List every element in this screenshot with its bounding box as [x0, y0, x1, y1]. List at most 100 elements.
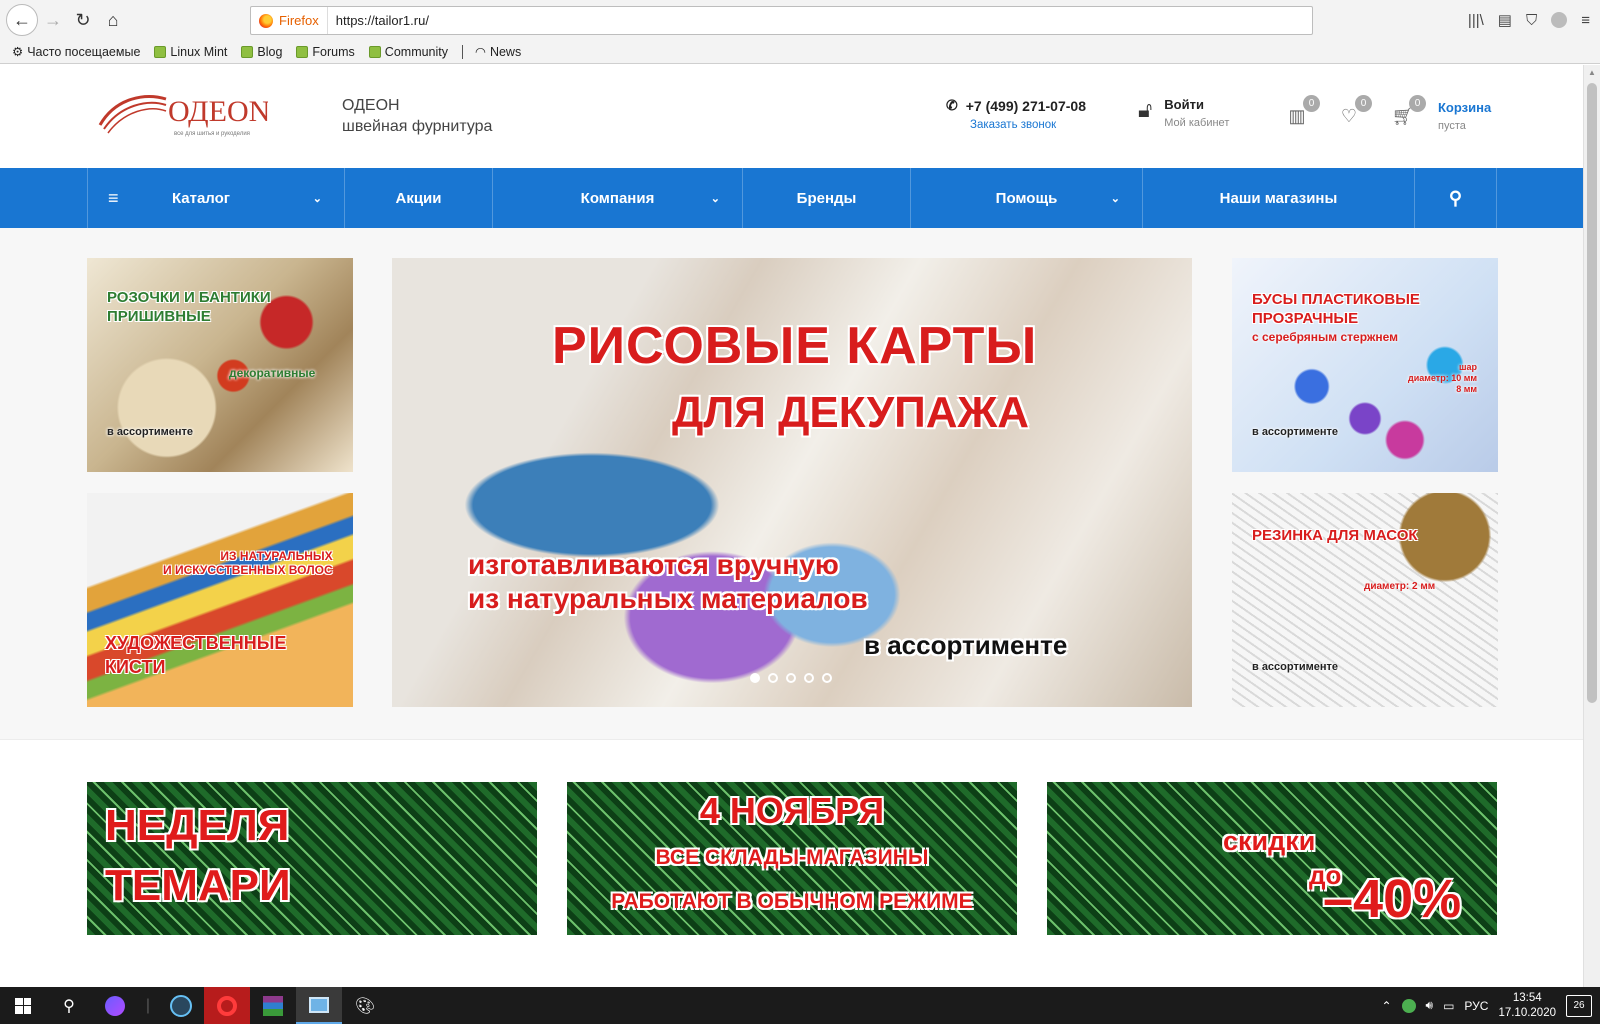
nav-label: Наши магазины — [1219, 189, 1338, 207]
cortana-button[interactable] — [92, 987, 138, 1024]
tile-spec-line: 8 мм — [1456, 384, 1478, 394]
phone-text: +7 (499) 271-07-08 — [965, 97, 1086, 114]
notification-button[interactable]: 26 — [1566, 994, 1592, 1017]
address-bar[interactable]: Firefox https://tailor1.ru/ — [250, 6, 1313, 35]
palette-icon: 🎨︎ — [354, 997, 376, 1015]
hero-subtitle-line: изготавливаются вручную — [468, 549, 839, 580]
hero-slider[interactable]: РИСОВЫЕ КАРТЫ ДЛЯ ДЕКУПАЖА изготавливают… — [392, 258, 1192, 707]
browser-toolbar: ← → ↻ ⌂ Firefox https://tailor1.ru/ |||\… — [0, 0, 1600, 40]
bookmark-label: News — [489, 44, 522, 59]
banner-november-4[interactable]: 4 НОЯБРЯ ВСЕ СКЛАДЫ-МАГАЗИНЫ РАБОТАЮТ В … — [567, 782, 1017, 935]
search-icon: ⚲ — [63, 997, 75, 1015]
bookmark-label: Forums — [312, 44, 355, 59]
promo-tile-brushes[interactable]: из натуральных и искусственных волос Худ… — [87, 493, 353, 707]
battery-icon[interactable]: ▭ — [1443, 999, 1454, 1013]
cart-summary[interactable]: Корзина пуста — [1438, 100, 1491, 132]
opera-app[interactable] — [204, 987, 250, 1024]
bookmark-label: Часто посещаемые — [27, 44, 141, 59]
logo-subtitle: все для шитья и рукоделия — [174, 131, 250, 137]
tile-spec: шар диаметр: 10 мм 8 мм — [1408, 362, 1477, 395]
nav-help[interactable]: Помощь ⌄ — [911, 168, 1143, 228]
wishlist-count: 0 — [1355, 95, 1372, 112]
chevron-up-icon[interactable]: ⌃ — [1381, 999, 1391, 1013]
banner-line: 4 НОЯБРЯ — [699, 790, 885, 831]
compare-count: 0 — [1303, 95, 1320, 112]
paint-app[interactable]: 🎨︎ — [342, 987, 388, 1024]
windows-taskbar: ⚲ | 🎨︎ ⌃ 🔊︎ ▭ РУС 13:54 17.10.2020 26 — [0, 987, 1600, 1024]
banner-line: НЕДЕЛЯ — [105, 801, 290, 850]
windows-icon — [15, 997, 31, 1014]
promo-tile-roses[interactable]: Розочки и бантики пришивные декоративные… — [87, 258, 353, 472]
tile-top-text: из натуральных и искусственных волос — [163, 549, 333, 577]
page-scrollbar[interactable]: ▲ — [1583, 65, 1600, 987]
scroll-up-icon[interactable]: ▲ — [1588, 68, 1596, 77]
bookmark-news[interactable]: ◠ News — [475, 44, 522, 60]
nav-stores[interactable]: Наши магазины — [1143, 168, 1415, 228]
nav-brands[interactable]: Бренды — [743, 168, 911, 228]
vpn-icon[interactable] — [1401, 998, 1416, 1013]
slider-dot[interactable] — [822, 673, 832, 683]
start-button[interactable] — [0, 987, 46, 1024]
tile-sub: с серебряным стержнем — [1252, 330, 1399, 344]
site-header: ОДЕON все для шитья и рукоделия ОДЕОН шв… — [0, 65, 1583, 168]
bookmark-separator — [462, 44, 464, 59]
nav-promotions[interactable]: Акции — [345, 168, 493, 228]
slider-dot[interactable] — [786, 673, 796, 683]
chevron-down-icon: ⌄ — [710, 192, 720, 205]
wishlist-button[interactable]: ♡ 0 — [1336, 95, 1372, 129]
login-sub: Мой кабинет — [1164, 117, 1230, 129]
home-icon: ⌂ — [107, 9, 119, 30]
browser-app[interactable] — [296, 987, 342, 1024]
nav-catalog[interactable]: ≡ Каталог ⌄ — [87, 168, 345, 228]
bookmark-blog[interactable]: Blog — [241, 45, 282, 59]
steam-app[interactable] — [158, 987, 204, 1024]
site-logo[interactable]: ОДЕON все для шитья и рукоделия — [96, 91, 270, 141]
clock[interactable]: 13:54 17.10.2020 — [1498, 991, 1556, 1021]
phone-number[interactable]: ✆ +7 (499) 271-07-08 — [946, 97, 1086, 114]
language-indicator[interactable]: РУС — [1464, 999, 1488, 1013]
sidebar-icon[interactable]: ▤ — [1498, 11, 1512, 29]
url-text[interactable]: https://tailor1.ru/ — [328, 13, 429, 28]
bookmark-linux-mint[interactable]: Linux Mint — [154, 45, 227, 59]
login-block[interactable]: 🔓︎ Войти Мой кабинет — [1138, 97, 1229, 129]
search-button[interactable]: ⚲ — [1415, 168, 1497, 228]
bookmark-community[interactable]: Community — [368, 45, 448, 59]
promo-tile-beads[interactable]: Бусы пластиковые прозрачные с серебряным… — [1232, 258, 1498, 472]
promo-tile-elastic[interactable]: Резинка для масок диаметр: 2 мм в ассорт… — [1232, 493, 1498, 707]
cart-button[interactable]: 🛒︎ 0 — [1390, 95, 1426, 129]
hero-subtitle-line: из натуральных материалов — [468, 583, 868, 614]
extension-icon[interactable] — [1551, 12, 1568, 28]
bookmark-most-visited[interactable]: ⚙ Часто посещаемые — [12, 44, 141, 60]
browser-window-icon — [309, 996, 329, 1013]
callback-link[interactable]: Заказать звонок — [970, 119, 1056, 131]
logo-text: ОДЕON — [168, 95, 268, 128]
volume-icon[interactable]: 🔊︎ — [1426, 998, 1434, 1013]
compare-button[interactable]: ▥ 0 — [1284, 95, 1320, 129]
bookmark-forums[interactable]: Forums — [296, 44, 355, 59]
back-button[interactable]: ← — [6, 4, 38, 36]
winrar-app[interactable] — [250, 987, 296, 1024]
library-icon[interactable]: |||\ — [1468, 12, 1484, 29]
home-button[interactable]: ⌂ — [98, 5, 128, 35]
toolbar-right: |||\ ▤ ⛉ ≡ — [1468, 0, 1590, 40]
menu-icon[interactable]: ≡ — [1581, 12, 1590, 29]
scrollbar-thumb[interactable] — [1587, 83, 1597, 703]
nav-company[interactable]: Компания ⌄ — [493, 168, 743, 228]
reload-button[interactable]: ↻ — [68, 5, 98, 35]
banner-temari-week[interactable]: НЕДЕЛЯ ТЕМАРИ — [87, 782, 537, 935]
banner-discount[interactable]: скидки до –40% — [1047, 782, 1497, 935]
opera-icon — [217, 995, 237, 1016]
tile-title-line: пришивные — [107, 308, 211, 325]
slider-dot[interactable] — [768, 673, 778, 683]
slider-dot[interactable] — [750, 673, 760, 683]
bookmark-label: Linux Mint — [170, 44, 228, 59]
tile-sub: декоративные — [229, 366, 316, 380]
shield-icon[interactable]: ⛉ — [1526, 12, 1537, 29]
slider-dot[interactable] — [804, 673, 814, 683]
banner-line: ТЕМАРИ — [105, 861, 291, 910]
tile-note: в ассортименте — [107, 426, 194, 438]
site-identity[interactable]: Firefox — [251, 7, 328, 34]
tile-title-line: прозрачные — [1252, 310, 1359, 327]
forward-button[interactable]: → — [38, 5, 68, 35]
search-taskbar-button[interactable]: ⚲ — [46, 987, 92, 1024]
